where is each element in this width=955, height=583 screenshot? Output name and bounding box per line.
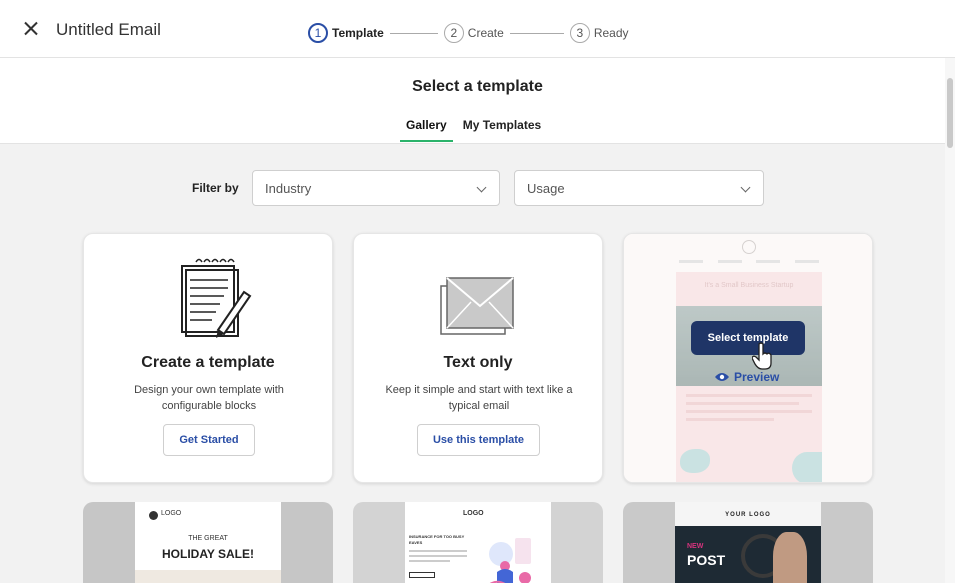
usage-select-value: Usage	[527, 180, 565, 196]
progress-stepper: 1 Template 2 Create 3 Ready	[308, 22, 629, 44]
template-logo-text: LOGO	[463, 510, 484, 517]
step-create[interactable]: 2 Create	[443, 23, 504, 43]
template-tabs: Gallery My Templates	[400, 118, 547, 142]
step-label: Ready	[593, 26, 629, 40]
template-preview-card[interactable]: It's a Small Business Startup Select tem…	[623, 233, 873, 483]
envelope-icon	[440, 277, 514, 335]
scrollbar-thumb[interactable]	[947, 78, 953, 148]
use-this-template-button[interactable]: Use this template	[417, 424, 540, 456]
chevron-down-icon	[476, 182, 487, 193]
template-logo-text: YOUR LOGO	[725, 512, 771, 518]
template-text-lines	[409, 550, 467, 565]
top-bar: Untitled Email 1 Template 2 Create 3 Rea…	[0, 0, 955, 58]
step-number: 1	[308, 23, 328, 43]
logo-icon	[149, 511, 158, 520]
hover-overlay	[624, 234, 872, 482]
step-ready[interactable]: 3 Ready	[569, 23, 629, 43]
get-started-button[interactable]: Get Started	[163, 424, 255, 456]
step-template[interactable]: 1 Template	[308, 23, 384, 43]
filter-label: Filter by	[192, 181, 239, 195]
template-tag: NEW	[687, 543, 704, 550]
industry-select[interactable]: Industry	[252, 170, 500, 206]
insurance-illustration	[489, 538, 531, 583]
industry-select-value: Industry	[265, 180, 312, 196]
hand-cursor-icon	[752, 342, 772, 370]
step-connector	[509, 32, 564, 34]
template-headline: POST	[687, 552, 726, 568]
tab-my-templates[interactable]: My Templates	[457, 118, 547, 142]
text-only-card[interactable]: Text only Keep it simple and start with …	[353, 233, 603, 483]
step-label: Create	[467, 26, 504, 40]
template-headline: INSURANCE FOR TOO BUSY EAVES	[409, 534, 465, 545]
template-photo	[773, 532, 807, 583]
usage-select[interactable]: Usage	[514, 170, 764, 206]
template-headline: HOLIDAY SALE!	[161, 547, 254, 561]
card-description: Design your own template with configurab…	[134, 384, 284, 412]
card-title: Text only	[443, 354, 513, 371]
holiday-sale-template-card[interactable]: LOGO THE GREAT HOLIDAY SALE!	[83, 502, 333, 583]
insurance-template-card[interactable]: LOGO INSURANCE FOR TOO BUSY EAVES	[353, 502, 603, 583]
scrollbar[interactable]	[945, 58, 955, 583]
step-number: 2	[443, 23, 464, 43]
chevron-down-icon	[740, 182, 751, 193]
template-thumbnail: It's a Small Business Startup	[624, 234, 872, 482]
card-title: Create a template	[141, 354, 275, 371]
template-header: Select a template Gallery My Templates	[0, 58, 955, 144]
step-number: 3	[569, 23, 590, 43]
template-mini-button	[409, 572, 435, 578]
template-photo	[135, 570, 281, 583]
step-label: Template	[332, 26, 384, 40]
template-logo-text: LOGO	[161, 510, 182, 517]
step-connector	[389, 32, 438, 34]
card-description: Keep it simple and start with text like …	[385, 384, 573, 412]
new-post-template-card[interactable]: YOUR LOGO NEW POST	[623, 502, 873, 583]
eye-icon	[715, 373, 729, 381]
preview-link[interactable]: Preview	[714, 370, 779, 384]
close-icon[interactable]	[20, 18, 42, 40]
page-title: Select a template	[412, 78, 543, 95]
create-template-card[interactable]: Create a template Design your own templa…	[83, 233, 333, 483]
email-title[interactable]: Untitled Email	[56, 20, 161, 40]
preview-label: Preview	[734, 370, 780, 384]
tab-gallery[interactable]: Gallery	[400, 118, 453, 142]
select-template-button[interactable]: Select template	[691, 321, 805, 355]
template-subtitle: THE GREAT	[188, 535, 228, 542]
notebook-pencil-icon	[181, 258, 252, 338]
